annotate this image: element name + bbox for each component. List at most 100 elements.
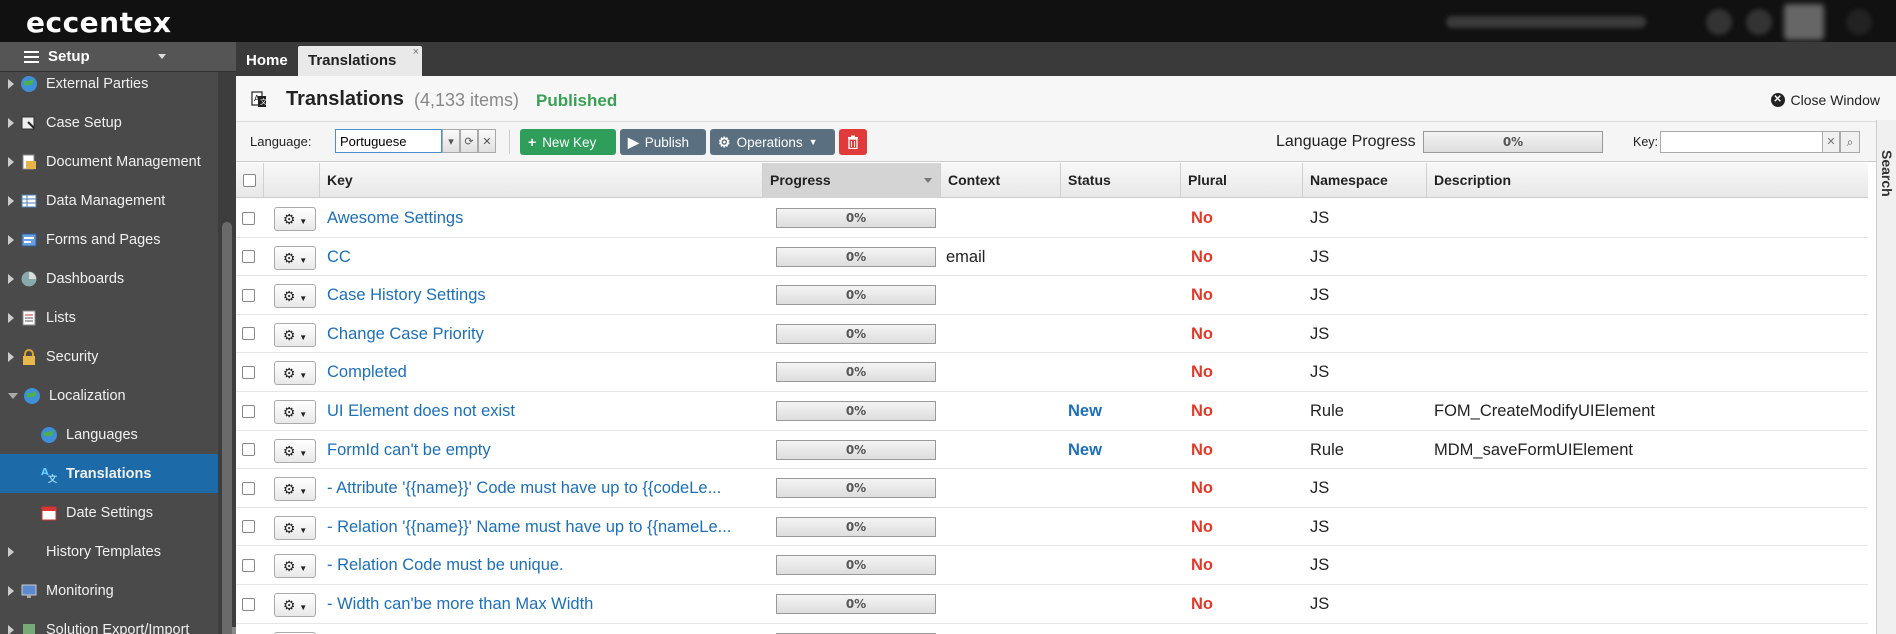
table-row[interactable]: ⚙ ▼ UI Element does not exist 0% New No Rule F… [236, 392, 1868, 431]
close-window-button[interactable]: ✕ Close Window [1770, 92, 1880, 108]
key-link[interactable]: Completed [327, 353, 759, 391]
row-checkbox[interactable] [242, 199, 262, 237]
key-search-input[interactable] [1660, 131, 1824, 153]
table-row[interactable]: ⚙ ▼- Attribute Code must have up to 25 s… [236, 623, 1868, 634]
table-row[interactable]: ⚙ ▼ - Relation '{{name}}' Name must have … [236, 507, 1868, 547]
table-row[interactable]: ⚙ ▼ Change Case Priority 0% No JS [236, 314, 1868, 354]
key-link[interactable]: CC [327, 238, 759, 276]
column-header-context[interactable]: Context [941, 163, 1061, 198]
column-header-plural[interactable]: Plural [1181, 163, 1303, 198]
menu-icon[interactable] [1846, 9, 1872, 35]
key-link[interactable]: Case History Settings [327, 276, 759, 314]
table-row[interactable]: ⚙ ▼ Completed 0% No JS [236, 353, 1868, 392]
tab-home[interactable]: Home [236, 46, 296, 76]
expand-arrow-icon[interactable] [8, 117, 14, 128]
sidebar-item-date-settings[interactable]: Date Settings [0, 493, 218, 532]
row-actions-button[interactable]: ⚙ ▼ [274, 245, 316, 270]
key-link[interactable]: - Width can'be more than Max Width [327, 585, 759, 623]
row-actions-button[interactable]: ⚙ ▼ [274, 515, 316, 540]
key-link[interactable]: - Relation '{{name}}' Name must have up … [327, 508, 759, 546]
row-actions-button[interactable]: ⚙ ▼ [274, 438, 316, 463]
operations-button[interactable]: ⚙ Operations ▼ [710, 129, 835, 155]
row-checkbox[interactable] [242, 624, 262, 634]
table-row[interactable]: ⚙ ▼ CC 0% email No JS [236, 237, 1868, 277]
column-header-key[interactable]: Key [320, 163, 763, 198]
notification-icon[interactable] [1706, 9, 1732, 35]
column-header-description[interactable]: Description [1427, 163, 1868, 198]
expand-arrow-icon[interactable] [8, 312, 14, 323]
new-key-button[interactable]: + New Key [520, 129, 616, 155]
key-link[interactable]: - Attribute '{{name}}' Code must have up… [327, 469, 759, 507]
row-actions-button[interactable]: ⚙ ▼ [274, 400, 316, 424]
key-link[interactable]: FormId can't be empty [327, 431, 759, 469]
column-header-progress[interactable]: Progress [763, 163, 941, 198]
column-header-status[interactable]: Status [1061, 163, 1181, 198]
row-actions-button[interactable]: ⚙ ▼ [274, 207, 316, 231]
expand-arrow-icon[interactable] [8, 351, 14, 362]
expand-arrow-icon[interactable] [8, 234, 14, 245]
table-row[interactable]: ⚙ ▼ - Attribute '{{name}}' Code must have… [236, 469, 1868, 508]
language-select[interactable]: ▾ ⟳ ✕ [335, 129, 496, 153]
expand-arrow-icon[interactable] [8, 156, 14, 167]
clear-icon[interactable]: ✕ [478, 129, 496, 153]
key-link[interactable]: UI Element does not exist [327, 392, 759, 430]
row-actions-button[interactable]: ⚙ ▼ [274, 554, 316, 579]
sidebar-item-document-management[interactable]: Document Management [0, 142, 218, 181]
sidebar-item-monitoring[interactable]: Monitoring [0, 571, 218, 610]
table-row[interactable]: ⚙ ▼ Case History Settings 0% No JS [236, 276, 1868, 315]
expanded-arrow-icon[interactable] [8, 392, 18, 399]
refresh-icon[interactable]: ⟳ [460, 129, 478, 153]
sidebar-item-case-setup[interactable]: Case Setup [0, 103, 218, 142]
expand-arrow-icon[interactable] [8, 546, 14, 557]
table-row[interactable]: ⚙ ▼ - Width can'be more than Max Width 0% N… [236, 585, 1868, 624]
expand-arrow-icon[interactable] [8, 78, 14, 89]
avatar[interactable] [1784, 4, 1824, 40]
chevron-down-icon[interactable]: ▾ [442, 129, 460, 153]
sidebar-item-history-templates[interactable]: History Templates [0, 532, 218, 571]
sidebar-scrollbar[interactable] [218, 72, 236, 634]
row-checkbox[interactable] [242, 276, 262, 314]
row-actions-button[interactable]: ⚙ ▼ [274, 284, 316, 309]
key-link[interactable]: Change Case Priority [327, 315, 759, 353]
close-tab-icon[interactable]: × [413, 37, 419, 67]
table-row[interactable]: ⚙ ▼ - Relation Code must be unique. 0% No JS [236, 546, 1868, 585]
row-checkbox[interactable] [242, 431, 262, 469]
sidebar-item-dashboards[interactable]: Dashboards [0, 259, 218, 298]
settings-icon[interactable] [1746, 9, 1772, 35]
key-link[interactable]: Awesome Settings [327, 199, 759, 237]
select-all-checkbox[interactable] [236, 163, 264, 198]
expand-arrow-icon[interactable] [8, 273, 14, 284]
search-panel-toggle[interactable]: Search [1876, 120, 1896, 634]
expand-arrow-icon[interactable] [8, 624, 14, 634]
search-icon[interactable]: ⌕ [1840, 131, 1860, 153]
column-header-namespace[interactable]: Namespace [1303, 163, 1427, 198]
sidebar-item-external-parties[interactable]: External Parties [0, 64, 218, 103]
delete-button[interactable] [839, 129, 867, 155]
sidebar-item-translations[interactable]: A 文 Translations [0, 454, 218, 493]
sidebar-item-lists[interactable]: Lists [0, 298, 218, 337]
row-checkbox[interactable] [242, 469, 262, 507]
sidebar-item-data-management[interactable]: Data Management [0, 181, 218, 220]
row-checkbox[interactable] [242, 353, 262, 391]
row-checkbox[interactable] [242, 546, 262, 584]
row-checkbox[interactable] [242, 315, 262, 353]
row-actions-button[interactable]: ⚙ ▼ [274, 322, 316, 347]
table-row[interactable]: ⚙ ▼ FormId can't be empty 0% New No Rule MDM_s… [236, 430, 1868, 470]
expand-arrow-icon[interactable] [8, 585, 14, 596]
publish-button[interactable]: ▶ Publish [620, 129, 706, 155]
app-logo[interactable]: eccentex [26, 6, 172, 39]
language-input[interactable] [335, 129, 442, 153]
sidebar-item-security[interactable]: Security [0, 337, 218, 376]
expand-arrow-icon[interactable] [8, 195, 14, 206]
key-link[interactable]: - Relation Code must be unique. [327, 546, 759, 584]
tab-translations[interactable]: Translations × [298, 46, 422, 76]
sidebar-item-solution-export-import[interactable]: Solution Export/Import [0, 610, 218, 634]
row-actions-button[interactable]: ⚙ ▼ [274, 593, 316, 617]
clear-icon[interactable]: ✕ [1822, 131, 1840, 153]
table-row[interactable]: ⚙ ▼ Awesome Settings 0% No JS [236, 199, 1868, 238]
sidebar-item-forms-and-pages[interactable]: Forms and Pages [0, 220, 218, 259]
key-link[interactable]: - Attribute Code must have up to 25 symb… [327, 624, 759, 634]
sidebar-item-localization[interactable]: Localization [0, 376, 218, 415]
row-actions-button[interactable]: ⚙ ▼ [274, 477, 316, 502]
sidebar-item-languages[interactable]: Languages [0, 415, 218, 454]
